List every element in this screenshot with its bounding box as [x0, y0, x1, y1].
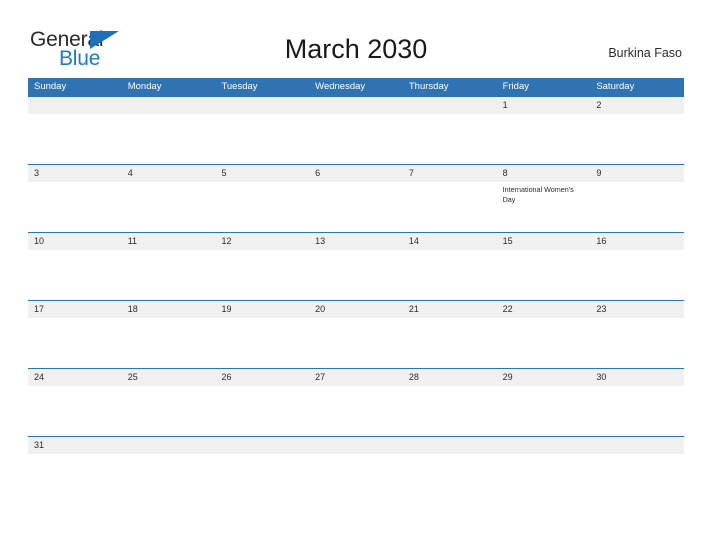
week-event-cells — [28, 369, 684, 436]
weekday-header-monday: Monday — [127, 81, 162, 92]
day-cell-holiday[interactable]: International Women's Day — [497, 165, 591, 232]
day-cell[interactable] — [403, 97, 497, 164]
day-cell[interactable] — [215, 97, 309, 164]
day-cell[interactable] — [215, 301, 309, 368]
week-event-cells — [28, 233, 684, 300]
day-cell[interactable] — [309, 301, 403, 368]
day-cell[interactable] — [122, 233, 216, 300]
day-event-text: International Women's Day — [502, 185, 574, 204]
page-title: March 2030 — [284, 34, 428, 64]
weekday-header-saturday: Saturday — [596, 81, 635, 92]
day-cell[interactable] — [497, 97, 591, 164]
day-cell[interactable] — [215, 233, 309, 300]
week-event-cells — [28, 437, 684, 459]
day-cell[interactable] — [590, 301, 684, 368]
week-event-cells: International Women's Day — [28, 165, 684, 232]
day-cell[interactable] — [403, 301, 497, 368]
day-cell[interactable] — [28, 369, 122, 436]
day-cell[interactable] — [122, 301, 216, 368]
day-cell[interactable] — [122, 369, 216, 436]
day-cell[interactable] — [28, 165, 122, 232]
day-cell[interactable] — [309, 233, 403, 300]
day-cell[interactable] — [122, 437, 216, 459]
day-cell[interactable] — [28, 97, 122, 164]
week-row: 1 2 — [28, 96, 684, 164]
weekday-header-row: Sunday Monday Tuesday Wednesday Thursday… — [28, 78, 684, 96]
day-cell[interactable] — [122, 97, 216, 164]
day-cell[interactable] — [28, 301, 122, 368]
day-cell[interactable] — [215, 437, 309, 459]
day-cell[interactable] — [28, 233, 122, 300]
week-row: 31 — [28, 436, 684, 459]
weekday-header-friday: Friday — [502, 81, 529, 92]
weekday-header-wednesday: Wednesday — [315, 81, 366, 92]
page-header: General Blue March 2030 Burkina Faso — [0, 0, 712, 78]
week-row: 3 4 5 6 7 8 9 International Women's Day — [28, 164, 684, 232]
day-cell[interactable] — [403, 437, 497, 459]
day-cell[interactable] — [215, 369, 309, 436]
week-event-cells — [28, 97, 684, 164]
day-cell[interactable] — [590, 97, 684, 164]
day-cell[interactable] — [497, 369, 591, 436]
country-label: Burkina Faso — [608, 46, 682, 60]
weekday-header-thursday: Thursday — [408, 81, 449, 92]
weekday-header-tuesday: Tuesday — [221, 81, 258, 92]
day-cell[interactable] — [403, 165, 497, 232]
day-cell[interactable] — [590, 437, 684, 459]
day-cell[interactable] — [309, 165, 403, 232]
week-row: 24 25 26 27 28 29 30 — [28, 368, 684, 436]
day-cell[interactable] — [122, 165, 216, 232]
day-cell[interactable] — [590, 369, 684, 436]
day-cell[interactable] — [309, 369, 403, 436]
day-cell[interactable] — [309, 97, 403, 164]
weekday-header-sunday: Sunday — [34, 81, 67, 92]
day-cell[interactable] — [403, 369, 497, 436]
calendar-grid: Sunday Monday Tuesday Wednesday Thursday… — [28, 78, 684, 459]
day-cell[interactable] — [497, 301, 591, 368]
week-row: 17 18 19 20 21 22 23 — [28, 300, 684, 368]
day-cell[interactable] — [590, 233, 684, 300]
week-row: 10 11 12 13 14 15 16 — [28, 232, 684, 300]
day-cell[interactable] — [497, 437, 591, 459]
day-cell[interactable] — [497, 233, 591, 300]
week-event-cells — [28, 301, 684, 368]
day-cell[interactable] — [28, 437, 122, 459]
day-cell[interactable] — [215, 165, 309, 232]
day-cell[interactable] — [590, 165, 684, 232]
day-cell[interactable] — [403, 233, 497, 300]
day-cell[interactable] — [309, 437, 403, 459]
